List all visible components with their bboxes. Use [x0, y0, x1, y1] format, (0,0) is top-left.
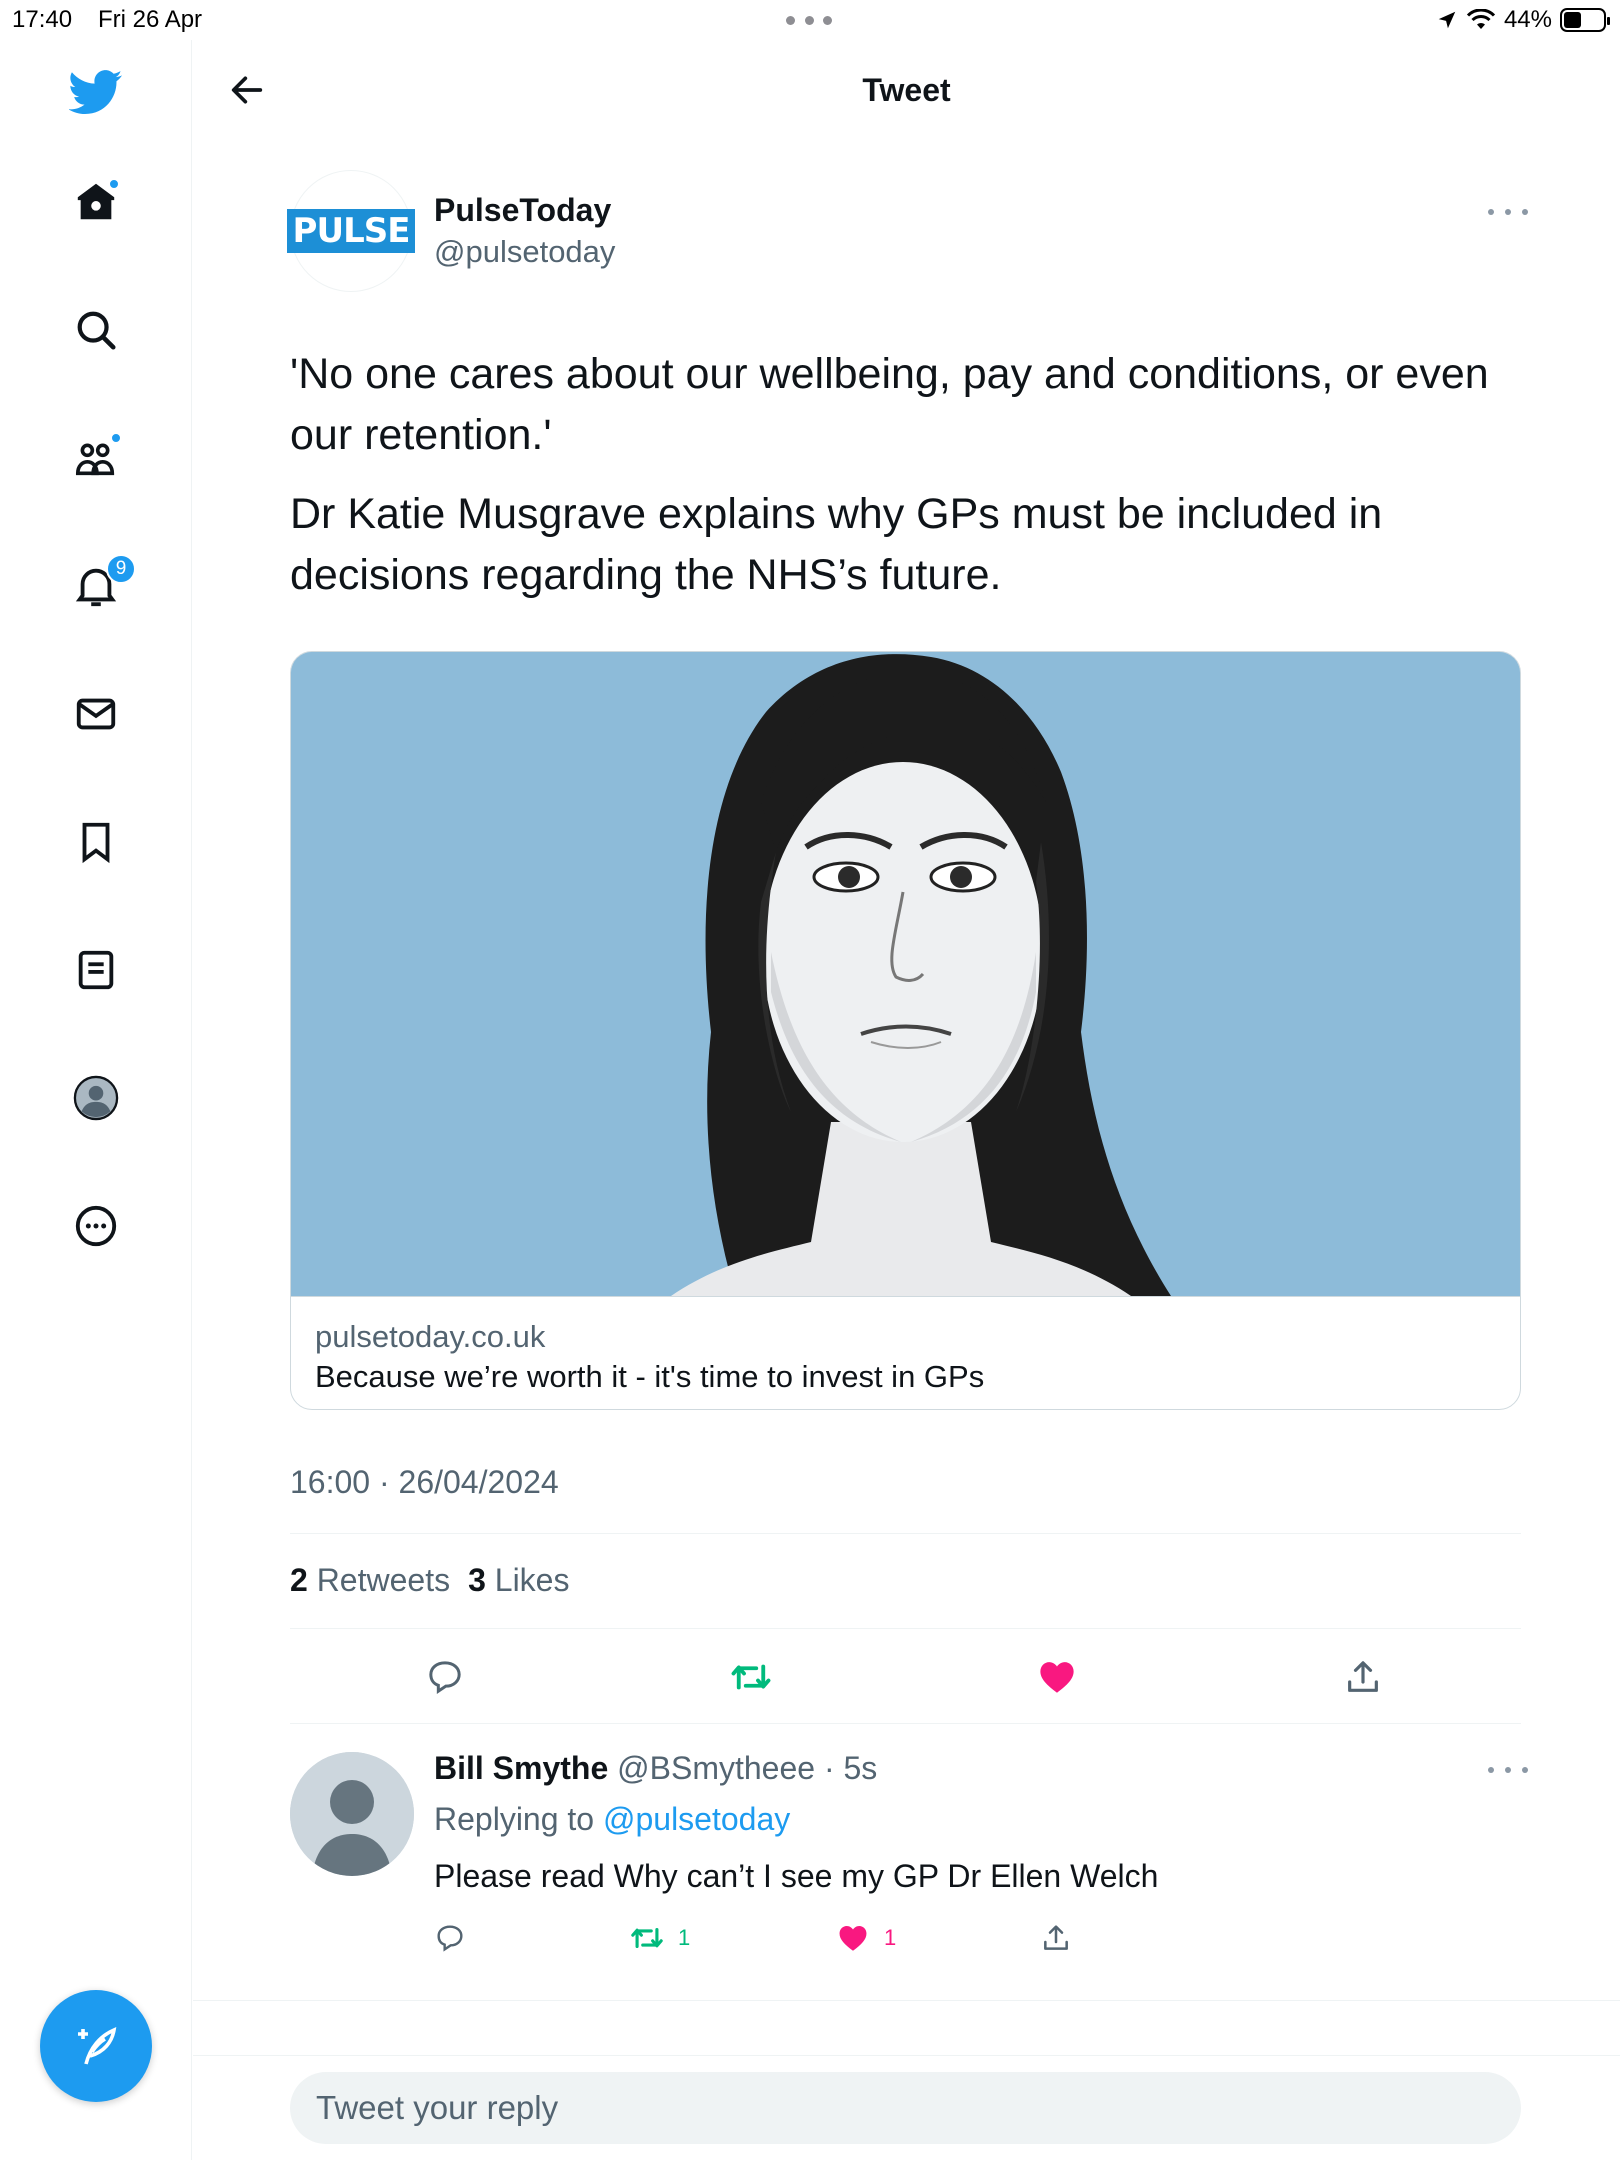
reply-actions: 1 1 — [434, 1918, 1134, 1958]
share-upload-icon — [1044, 1925, 1068, 1950]
replying-prefix: Replying to — [434, 1801, 595, 1837]
page-title: Tweet — [862, 72, 951, 108]
author-name[interactable]: PulseToday — [434, 192, 611, 229]
retweets-stat[interactable]: 2 Retweets — [290, 1562, 450, 1599]
location-arrow-icon — [1438, 11, 1456, 29]
author-handle[interactable]: @pulsetoday — [434, 234, 615, 270]
default-avatar-icon — [290, 1752, 414, 1876]
reply-composer — [193, 2055, 1620, 2160]
messages-envelope-icon[interactable] — [66, 684, 126, 744]
communities-icon[interactable] — [66, 428, 126, 488]
multitasking-dots-icon[interactable] — [786, 16, 832, 26]
reply-share-button[interactable] — [1040, 1918, 1072, 1958]
retweet-button[interactable] — [726, 1652, 776, 1702]
retweet-icon — [731, 1664, 771, 1690]
tweet-header: Tweet — [193, 40, 1620, 140]
compose-tweet-button[interactable] — [40, 1990, 152, 2102]
reply-reply-button[interactable] — [434, 1918, 466, 1958]
retweets-label: Retweets — [316, 1562, 451, 1598]
home-new-dot — [108, 178, 120, 190]
divider — [290, 1533, 1521, 1534]
tweet-text: 'No one cares about our wellbeing, pay a… — [290, 344, 1520, 624]
share-button[interactable] — [1338, 1652, 1388, 1702]
replying-to-link[interactable]: @pulsetoday — [603, 1801, 790, 1837]
tweet-timestamp[interactable]: 16:00 · 26/04/2024 — [290, 1464, 559, 1501]
wifi-icon — [1466, 9, 1496, 29]
divider — [290, 1723, 1521, 1724]
home-icon[interactable] — [66, 172, 126, 232]
profile-avatar-icon[interactable] — [66, 1068, 126, 1128]
tweet-text-paragraph: 'No one cares about our wellbeing, pay a… — [290, 350, 1489, 459]
card-image — [291, 652, 1520, 1296]
reply-author-name[interactable]: Bill Smythe — [434, 1750, 608, 1786]
lists-icon[interactable] — [66, 940, 126, 1000]
explore-search-icon[interactable] — [66, 300, 126, 360]
card-title: Because we’re worth it - it's time to in… — [315, 1359, 985, 1394]
reply-button[interactable] — [420, 1652, 470, 1702]
reply-header: Bill Smythe @BSmytheee · 5s — [434, 1750, 877, 1787]
twitter-logo-icon[interactable] — [66, 62, 126, 122]
like-button[interactable] — [1032, 1652, 1082, 1702]
reply-bubble-icon — [429, 1661, 461, 1694]
tweet-more-options-icon[interactable] — [1488, 206, 1528, 218]
reply-retweet-button[interactable]: 1 — [630, 1918, 690, 1958]
reply-retweet-count: 1 — [678, 1925, 691, 1950]
portrait-illustration — [291, 652, 1520, 1296]
replying-to: Replying to @pulsetoday — [434, 1801, 790, 1838]
bookmarks-icon[interactable] — [66, 812, 126, 872]
author-avatar[interactable]: PULSE — [286, 170, 416, 292]
reply-avatar[interactable] — [290, 1752, 414, 1876]
reply-input[interactable] — [290, 2072, 1521, 2144]
link-preview-card[interactable]: pulsetoday.co.uk Because we’re worth it … — [290, 651, 1521, 1410]
communities-new-dot — [110, 432, 122, 444]
card-domain: pulsetoday.co.uk — [315, 1319, 546, 1354]
heart-filled-icon — [1040, 1662, 1074, 1693]
share-upload-icon — [1348, 1661, 1378, 1692]
more-options-circle-icon[interactable] — [66, 1196, 126, 1256]
reply-more-options-icon[interactable] — [1488, 1764, 1528, 1776]
reply-like-button[interactable]: 1 — [836, 1918, 896, 1958]
divider — [290, 1628, 1521, 1629]
tweet-text-paragraph: Dr Katie Musgrave explains why GPs must … — [290, 490, 1383, 599]
status-bar: 17:40 Fri 26 Apr 44% — [0, 0, 1620, 40]
notifications-badge: 9 — [106, 554, 136, 584]
divider — [193, 2000, 1620, 2001]
feather-plus-icon — [78, 2027, 117, 2065]
status-date: Fri 26 Apr — [98, 6, 203, 33]
card-info: pulsetoday.co.uk Because we’re worth it … — [291, 1296, 1520, 1409]
tweet-stats: 2 Retweets 3 Likes — [290, 1562, 569, 1599]
battery-icon — [1560, 8, 1610, 32]
status-indicators: 44% — [1436, 6, 1610, 34]
reply-like-count: 1 — [884, 1925, 897, 1950]
reply-bubble-icon — [437, 1925, 463, 1952]
likes-count: 3 — [468, 1562, 486, 1598]
reply-handle-time: @BSmytheee · 5s — [617, 1750, 878, 1786]
likes-label: Likes — [494, 1562, 570, 1598]
retweets-count: 2 — [290, 1562, 308, 1598]
likes-stat[interactable]: 3 Likes — [468, 1562, 569, 1599]
heart-filled-icon — [839, 1925, 867, 1951]
retweet-icon — [631, 1927, 663, 1949]
sidebar: 9 — [0, 40, 192, 2160]
notifications-bell-icon[interactable]: 9 — [66, 554, 136, 616]
reply-input-container[interactable] — [290, 2072, 1521, 2144]
status-time: 17:40 — [12, 6, 73, 33]
tweet-actions — [290, 1652, 1521, 1702]
battery-percent: 44% — [1503, 6, 1552, 33]
pulse-logo: PULSE — [286, 209, 416, 253]
reply-text: Please read Why can’t I see my GP Dr Ell… — [434, 1858, 1159, 1894]
